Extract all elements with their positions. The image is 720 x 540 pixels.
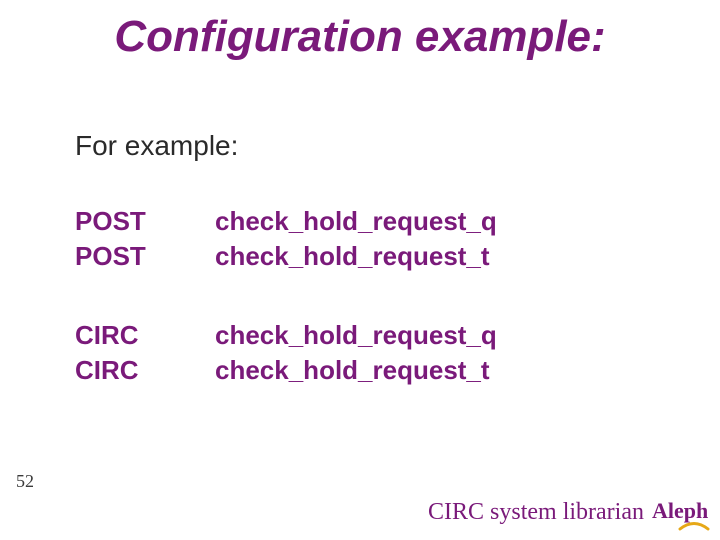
config-key: CIRC bbox=[75, 320, 215, 351]
config-row: POST check_hold_request_q bbox=[75, 206, 497, 237]
config-key: POST bbox=[75, 241, 215, 272]
slide-title: Configuration example: bbox=[0, 12, 720, 62]
slide: Configuration example: For example: POST… bbox=[0, 0, 720, 540]
config-value: check_hold_request_q bbox=[215, 320, 497, 351]
config-row: CIRC check_hold_request_t bbox=[75, 355, 497, 386]
logo-text: Aleph bbox=[652, 498, 708, 523]
config-value: check_hold_request_q bbox=[215, 206, 497, 237]
config-value: check_hold_request_t bbox=[215, 355, 490, 386]
aleph-logo-icon: Aleph bbox=[650, 496, 716, 532]
config-group-post: POST check_hold_request_q POST check_hol… bbox=[75, 206, 497, 276]
footer-text: CIRC system librarian bbox=[428, 499, 644, 526]
config-key: POST bbox=[75, 206, 215, 237]
logo-swoosh-icon bbox=[680, 524, 708, 530]
page-number: 52 bbox=[16, 471, 34, 492]
config-row: CIRC check_hold_request_q bbox=[75, 320, 497, 351]
config-group-circ: CIRC check_hold_request_q CIRC check_hol… bbox=[75, 320, 497, 390]
config-key: CIRC bbox=[75, 355, 215, 386]
slide-subtitle: For example: bbox=[75, 130, 238, 162]
config-value: check_hold_request_t bbox=[215, 241, 490, 272]
config-row: POST check_hold_request_t bbox=[75, 241, 497, 272]
